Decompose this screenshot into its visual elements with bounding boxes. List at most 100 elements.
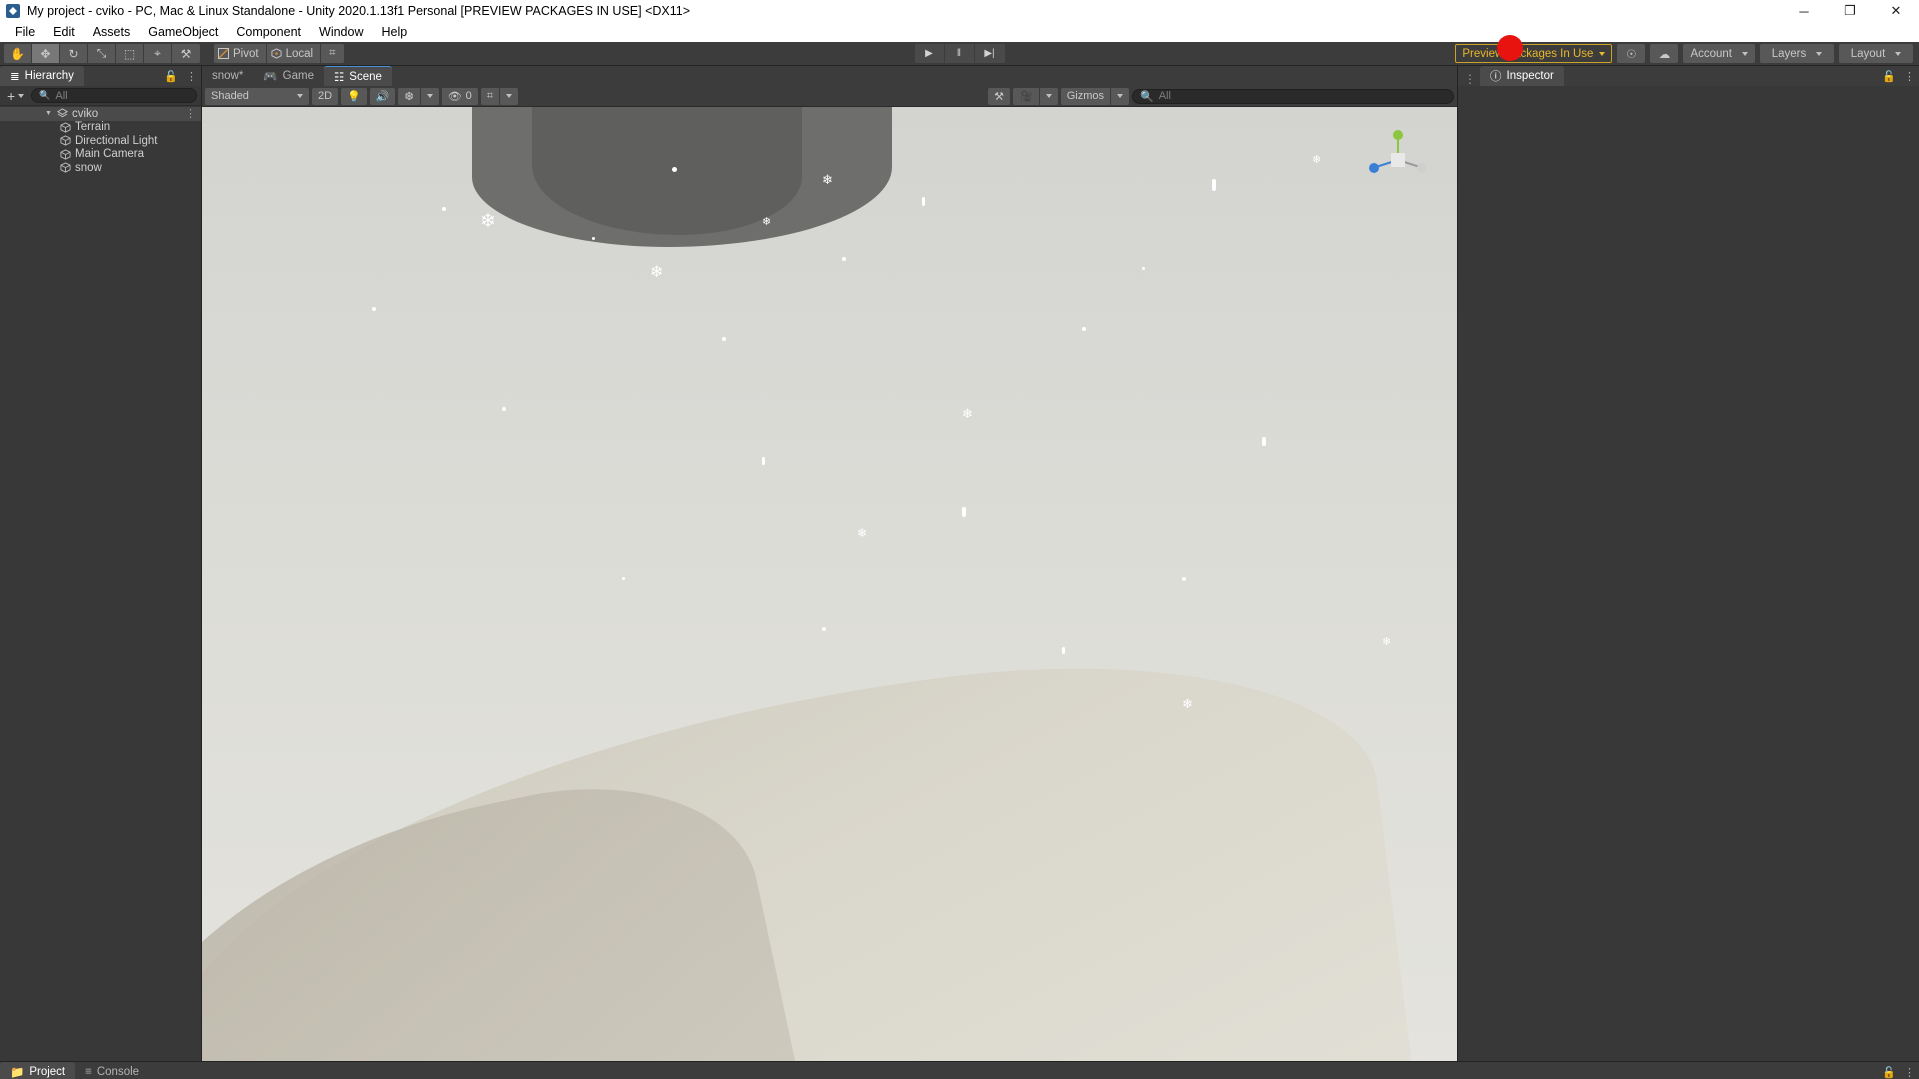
transform-tool-icon[interactable]: ⌖	[144, 44, 172, 63]
chevron-down-icon	[426, 94, 433, 98]
tab-hierarchy[interactable]: ≣ Hierarchy	[0, 66, 84, 86]
pivot-toggle[interactable]: Pivot	[214, 44, 267, 63]
pivot-label: Pivot	[233, 47, 259, 60]
gizmos-button[interactable]: Gizmos	[1060, 87, 1111, 105]
hierarchy-item-directional-light[interactable]: Directional Light	[0, 134, 201, 148]
project-tabrow: 📁 Project ≡ Console 🔓 ⋮	[0, 1062, 1919, 1079]
hand-tool-icon[interactable]: ✋	[4, 44, 32, 63]
hierarchy-item-menu-icon[interactable]: ⋮	[185, 107, 196, 120]
2d-label: 2D	[318, 90, 333, 102]
scene-camera-dropdown[interactable]	[1039, 87, 1058, 105]
toolbar-right-group: Preview Packages In Use ☉ ☁ Account Laye…	[1455, 44, 1913, 63]
tab-game[interactable]: 🎮 Game	[253, 66, 324, 86]
scene-search-input[interactable]: 🔍 All	[1132, 88, 1454, 104]
menu-item-file[interactable]: File	[6, 23, 44, 41]
rotate-tool-icon[interactable]: ↻	[60, 44, 88, 63]
panel-menu-icon[interactable]: ⋮	[1904, 1066, 1915, 1079]
maximize-button[interactable]: ❐	[1827, 0, 1873, 22]
scale-tool-icon[interactable]: ⤡	[88, 44, 116, 63]
fx-toggle-button[interactable]: ❆	[398, 87, 421, 105]
scene-viewport[interactable]: ❄ ❄ ❄ ❄ ❄ ❄ ❄ ❄ ❄	[202, 107, 1457, 1061]
panel-drag-handle-icon[interactable]: ⋮	[1464, 72, 1476, 86]
snowflake-sprite: ❄	[1182, 696, 1193, 711]
plus-icon: +	[7, 87, 16, 104]
account-dropdown[interactable]: Account	[1683, 44, 1755, 63]
panel-menu-icon[interactable]: ⋮	[186, 70, 197, 83]
draw-mode-dropdown[interactable]: Shaded	[205, 87, 309, 105]
hierarchy-item-terrain[interactable]: Terrain	[0, 121, 201, 135]
lock-icon[interactable]: 🔓	[164, 70, 178, 83]
layers-dropdown[interactable]: Layers	[1760, 44, 1834, 63]
gizmos-dropdown[interactable]	[1111, 87, 1129, 105]
hidden-objects-toggle[interactable]: 👁 0	[441, 87, 478, 105]
scene-lighting-toggle[interactable]: 💡	[341, 87, 367, 105]
grid-dropdown[interactable]	[499, 87, 518, 105]
hierarchy-item-label: Terrain	[75, 121, 111, 134]
preview-packages-dropdown[interactable]: Preview Packages In Use	[1455, 44, 1613, 63]
hierarchy-search-input[interactable]: 🔍 All	[31, 88, 197, 103]
menu-item-edit[interactable]: Edit	[44, 23, 84, 41]
pause-button[interactable]: ‖	[944, 44, 975, 63]
custom-tool-icon[interactable]: ⚒	[172, 44, 200, 63]
menu-item-assets[interactable]: Assets	[84, 23, 140, 41]
tab-console[interactable]: ≡ Console	[75, 1062, 150, 1079]
snowflake-sprite: ❄	[822, 172, 833, 187]
lock-icon[interactable]: 🔓	[1882, 1066, 1896, 1079]
panel-menu-icon[interactable]: ⋮	[1904, 70, 1915, 83]
snow-particle	[372, 307, 376, 311]
scene-audio-toggle[interactable]: 🔊	[369, 87, 396, 105]
step-button[interactable]: ▶|	[974, 44, 1005, 63]
transform-tools-group: ✋ ✥ ↻ ⤡ ⬚ ⌖ ⚒	[4, 44, 200, 63]
scene-tools-button[interactable]: ⚒	[988, 87, 1011, 105]
menu-item-component[interactable]: Component	[227, 23, 310, 41]
minimize-button[interactable]: ─	[1781, 0, 1827, 22]
window-controls[interactable]: ─ ❐ ✕	[1781, 0, 1919, 22]
console-tab-label: Console	[96, 1066, 140, 1078]
grid-visibility-toggle[interactable]: ⌗	[480, 87, 500, 105]
scene-view-gizmo[interactable]	[1367, 129, 1429, 191]
info-icon: ⓘ	[1490, 71, 1502, 83]
hierarchy-item-label: snow	[75, 161, 102, 174]
grid-snap-toggle[interactable]: ⌗	[321, 44, 344, 63]
move-tool-icon[interactable]: ✥	[32, 44, 60, 63]
layout-dropdown[interactable]: Layout	[1839, 44, 1913, 63]
chevron-down-icon	[505, 94, 512, 98]
scene-tab-icon: ☷	[333, 71, 345, 84]
hierarchy-search-row: + 🔍 All	[0, 86, 201, 106]
close-button[interactable]: ✕	[1873, 0, 1919, 22]
hierarchy-item-snow[interactable]: snow	[0, 161, 201, 175]
hidden-count-label: 0	[465, 90, 472, 102]
2d-toggle-button[interactable]: 2D	[312, 87, 339, 105]
snow-particle	[442, 207, 446, 211]
grid-icon: ⌗	[329, 47, 336, 59]
pivot-icon	[218, 48, 229, 59]
tab-scene[interactable]: ☷ Scene	[323, 66, 392, 86]
tab-inspector[interactable]: ⓘ Inspector	[1480, 66, 1564, 86]
tab-snow-vfx[interactable]: snow*	[202, 66, 254, 86]
hierarchy-item-cviko[interactable]: ▼ cviko ⋮	[0, 107, 201, 121]
expand-triangle-icon[interactable]: ▼	[44, 110, 53, 117]
rect-tool-icon[interactable]: ⬚	[116, 44, 144, 63]
game-tab-icon: 🎮	[263, 71, 278, 83]
play-button[interactable]: ▶	[914, 44, 945, 63]
hierarchy-add-button[interactable]: +	[4, 88, 27, 104]
inspector-tabrow: ⋮ ⓘ Inspector 🔓 ⋮	[1458, 66, 1919, 86]
hierarchy-item-main-camera[interactable]: Main Camera	[0, 148, 201, 162]
window-titlebar: My project - cviko - PC, Mac & Linux Sta…	[0, 0, 1919, 22]
hierarchy-panel: ≣ Hierarchy 🔓 ⋮ + 🔍 All ▼ cviko ⋮ Terrai…	[0, 66, 202, 1061]
tab-label: Game	[282, 70, 314, 82]
tab-project[interactable]: 📁 Project	[0, 1062, 76, 1079]
handle-toggle[interactable]: Local	[266, 44, 322, 63]
menu-item-gameobject[interactable]: GameObject	[139, 23, 227, 41]
menu-item-help[interactable]: Help	[372, 23, 416, 41]
fx-dropdown[interactable]	[420, 87, 439, 105]
menu-item-window[interactable]: Window	[310, 23, 372, 41]
snow-particle	[1082, 327, 1086, 331]
scene-visibility-group: 👁 0	[441, 87, 478, 105]
lock-icon[interactable]: 🔓	[1882, 70, 1896, 83]
snow-particle	[1062, 647, 1065, 654]
cloud-button[interactable]: ☁	[1650, 44, 1679, 63]
scene-camera-button[interactable]: 🎥	[1013, 87, 1040, 105]
tab-label: snow*	[212, 70, 244, 82]
collab-button[interactable]: ☉	[1617, 44, 1646, 63]
